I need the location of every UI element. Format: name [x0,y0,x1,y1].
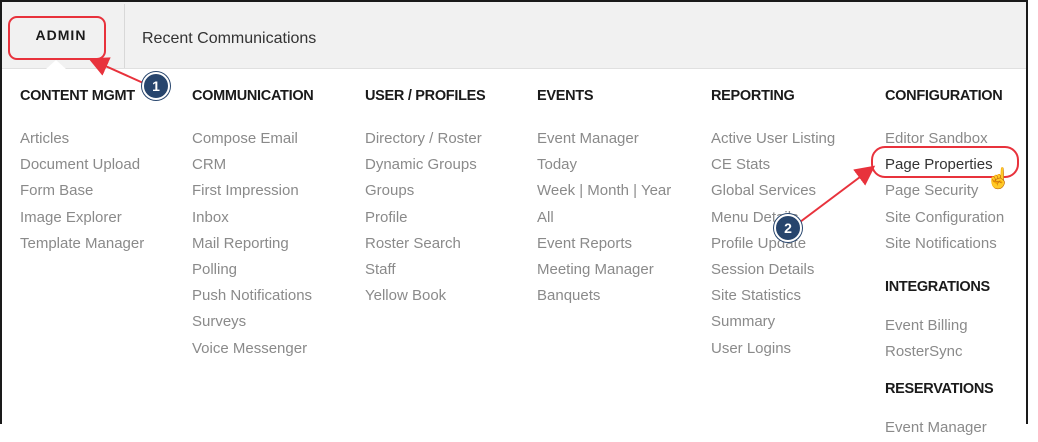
step-marker-1: 1 [142,72,170,100]
arrow-line-2 [799,165,876,223]
hand-cursor-icon: ☝ [986,168,1011,190]
arrow-line-1 [88,57,151,87]
callout-arrows [88,57,876,223]
step-marker-2: 2 [774,214,802,242]
